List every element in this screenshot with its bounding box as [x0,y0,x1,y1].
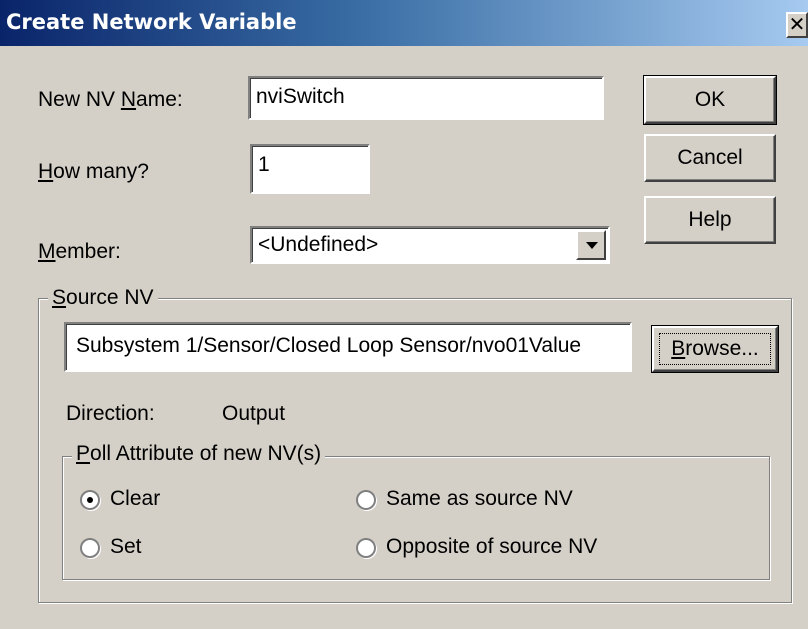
poll-attribute-suffix: oll Attribute of new NV(s) [90,442,322,465]
close-icon[interactable]: ✕ [786,12,808,38]
focus-rectangle [659,333,771,365]
create-network-variable-dialog: Create Network Variable ✕ New NV Name: n… [0,0,808,629]
poll-clear-radio[interactable] [80,490,100,510]
nv-name-label-mnemonic: N [120,88,137,111]
member-label-mnemonic: M [38,240,56,263]
help-button[interactable]: Help [644,196,776,244]
how-many-label-mnemonic: H [38,160,54,183]
member-label-suffix: ember: [55,240,121,263]
ok-button[interactable]: OK [643,75,777,125]
direction-label: Direction: [66,402,155,425]
title-bar[interactable]: Create Network Variable ✕ [0,0,808,46]
member-label: Member: [38,240,121,264]
cancel-button[interactable]: Cancel [644,134,776,182]
nv-name-label-suffix: ame: [136,88,183,111]
poll-set-label[interactable]: Set [110,535,142,559]
poll-same-radio[interactable] [356,490,376,510]
nv-name-label: New NV Name: [38,88,183,112]
poll-set-radio[interactable] [80,538,100,558]
nv-name-label-prefix: New NV [38,88,121,111]
source-nv-path-field[interactable]: Subsystem 1/Sensor/Closed Loop Sensor/nv… [64,322,632,372]
member-dropdown-value: <Undefined> [258,233,379,256]
how-many-label-suffix: ow many? [53,160,149,183]
poll-same-label[interactable]: Same as source NV [386,487,573,511]
how-many-label: How many? [38,160,149,184]
poll-attribute-group [62,456,770,580]
window-title: Create Network Variable [6,10,297,34]
member-dropdown[interactable]: <Undefined> [250,226,610,264]
source-nv-group-title: Source NV [48,286,158,310]
nv-name-input[interactable]: nviSwitch [248,76,604,120]
poll-opposite-radio[interactable] [356,538,376,558]
poll-clear-label[interactable]: Clear [110,487,160,511]
browse-button[interactable]: Browse... [651,325,779,373]
source-nv-mnemonic: S [52,286,67,309]
poll-opposite-label[interactable]: Opposite of source NV [386,535,597,559]
source-nv-suffix: ource NV [66,286,154,309]
chevron-down-icon[interactable] [576,230,606,260]
how-many-input[interactable]: 1 [250,144,370,194]
direction-value: Output [222,402,286,425]
poll-attribute-group-title: Poll Attribute of new NV(s) [72,442,326,466]
poll-attribute-mnemonic: P [76,442,91,465]
